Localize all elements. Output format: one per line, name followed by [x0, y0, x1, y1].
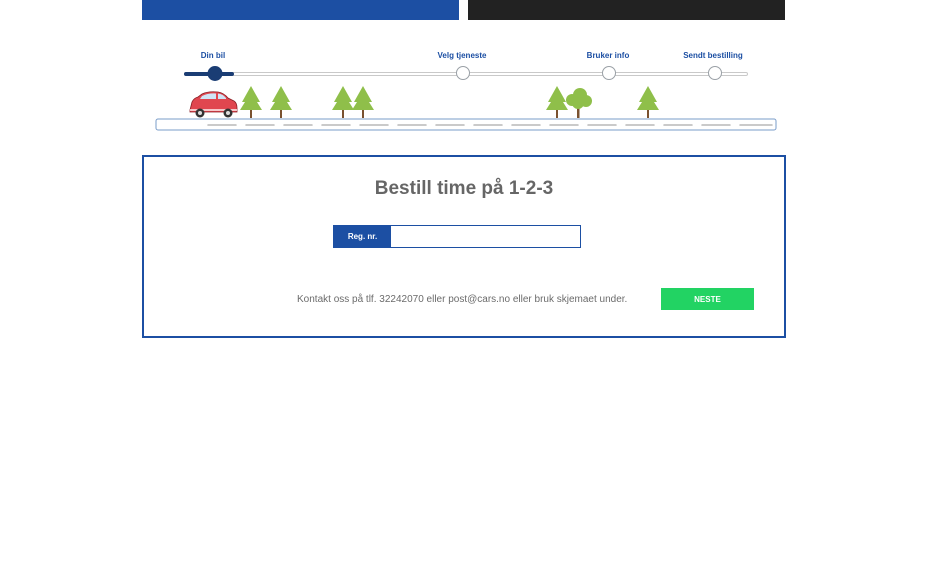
contact-info-text: Kontakt oss på tlf. 32242070 eller post@…: [297, 294, 628, 305]
step-node-velg-tjeneste[interactable]: [456, 66, 470, 80]
tree-icon: [546, 86, 568, 118]
road: [155, 118, 777, 131]
header-bar-dark: [468, 0, 785, 20]
step-label-din-bil: Din bil: [200, 51, 226, 60]
step-node-bruker-info[interactable]: [602, 66, 616, 80]
round-tree-icon: [566, 88, 592, 118]
step-label-velg-tjeneste: Velg tjeneste: [437, 51, 487, 60]
step-label-sendt-bestilling: Sendt bestilling: [683, 51, 743, 60]
step-label-bruker-info: Bruker info: [586, 51, 630, 60]
reg-number-label: Reg. nr.: [334, 226, 391, 247]
road-scene-illustration: [155, 86, 777, 131]
form-title: Bestill time på 1-2-3: [374, 178, 554, 199]
header-bar-blue: [142, 0, 459, 20]
next-button[interactable]: NESTE: [661, 288, 754, 310]
car-icon: [189, 91, 238, 118]
tree-icon: [332, 86, 354, 118]
step-node-sendt-bestilling[interactable]: [708, 66, 722, 80]
tree-icon: [270, 86, 292, 118]
step-node-din-bil[interactable]: [207, 66, 223, 81]
tree-icon: [352, 86, 374, 118]
progress-stepper: Din bil Velg tjeneste Bruker info Sendt …: [142, 40, 785, 135]
tree-icon: [637, 86, 659, 118]
reg-number-group: Reg. nr.: [333, 225, 581, 248]
tree-icon: [240, 86, 262, 118]
booking-form-panel: Bestill time på 1-2-3 Reg. nr. Kontakt o…: [142, 155, 786, 338]
reg-number-input[interactable]: [391, 226, 580, 247]
